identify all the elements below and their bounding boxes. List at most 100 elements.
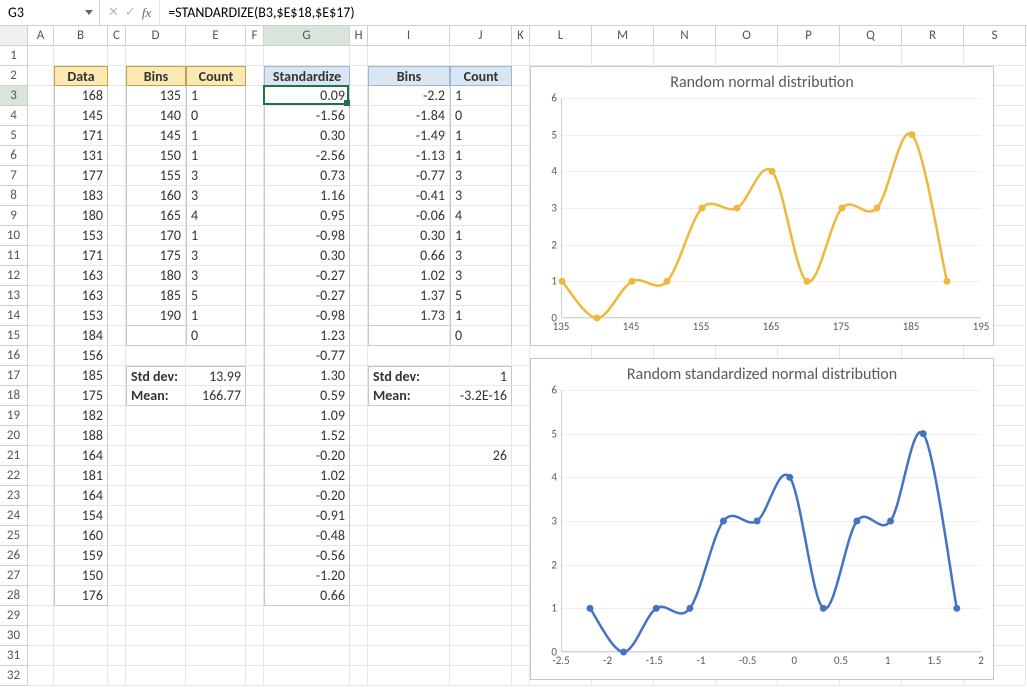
row-header-32[interactable]: 32 xyxy=(0,666,28,686)
row-header-23[interactable]: 23 xyxy=(0,486,28,506)
cell-C13[interactable] xyxy=(108,286,126,306)
cell-F1[interactable] xyxy=(246,46,264,66)
cell-J18[interactable]: -3.2E-16 xyxy=(450,386,512,406)
cell-A22[interactable] xyxy=(28,466,54,486)
cell-A3[interactable] xyxy=(28,86,54,106)
cell-J11[interactable]: 3 xyxy=(450,246,512,266)
cell-A16[interactable] xyxy=(28,346,54,366)
row-header-21[interactable]: 21 xyxy=(0,446,28,466)
cell-C10[interactable] xyxy=(108,226,126,246)
cell-F30[interactable] xyxy=(246,626,264,646)
cell-G5[interactable]: 0.30 xyxy=(264,126,350,146)
cell-B9[interactable]: 180 xyxy=(54,206,108,226)
cell-R1[interactable] xyxy=(902,46,964,66)
cell-E16[interactable] xyxy=(186,346,246,366)
cell-A9[interactable] xyxy=(28,206,54,226)
cell-G14[interactable]: -0.98 xyxy=(264,306,350,326)
cell-B28[interactable]: 176 xyxy=(54,586,108,606)
cell-D24[interactable] xyxy=(126,506,186,526)
cell-K21[interactable] xyxy=(512,446,530,466)
cell-I20[interactable] xyxy=(368,426,450,446)
cell-J19[interactable] xyxy=(450,406,512,426)
cell-E7[interactable]: 3 xyxy=(186,166,246,186)
cell-B5[interactable]: 171 xyxy=(54,126,108,146)
cell-I7[interactable]: -0.77 xyxy=(368,166,450,186)
cell-D14[interactable]: 190 xyxy=(126,306,186,326)
cell-F16[interactable] xyxy=(246,346,264,366)
cell-K31[interactable] xyxy=(512,646,530,666)
row-header-25[interactable]: 25 xyxy=(0,526,28,546)
cell-H17[interactable] xyxy=(350,366,368,386)
cell-I21[interactable] xyxy=(368,446,450,466)
cell-F22[interactable] xyxy=(246,466,264,486)
cell-J10[interactable]: 1 xyxy=(450,226,512,246)
cell-C9[interactable] xyxy=(108,206,126,226)
cell-F24[interactable] xyxy=(246,506,264,526)
cell-F17[interactable] xyxy=(246,366,264,386)
cell-I6[interactable]: -1.13 xyxy=(368,146,450,166)
cell-K22[interactable] xyxy=(512,466,530,486)
cell-A27[interactable] xyxy=(28,566,54,586)
cell-B23[interactable]: 164 xyxy=(54,486,108,506)
row-header-16[interactable]: 16 xyxy=(0,346,28,366)
cell-D17[interactable]: Std dev: xyxy=(126,366,186,386)
cell-A30[interactable] xyxy=(28,626,54,646)
cell-D26[interactable] xyxy=(126,546,186,566)
row-header-4[interactable]: 4 xyxy=(0,106,28,126)
cell-K16[interactable] xyxy=(512,346,530,366)
cell-G22[interactable]: 1.02 xyxy=(264,466,350,486)
column-header-B[interactable]: B xyxy=(54,26,108,45)
cell-E11[interactable]: 3 xyxy=(186,246,246,266)
cell-I12[interactable]: 1.02 xyxy=(368,266,450,286)
cell-D9[interactable]: 165 xyxy=(126,206,186,226)
cell-B7[interactable]: 177 xyxy=(54,166,108,186)
cell-E2[interactable]: Count xyxy=(186,66,246,86)
cell-F28[interactable] xyxy=(246,586,264,606)
cell-A19[interactable] xyxy=(28,406,54,426)
chart-standardized-distribution[interactable]: Random standardized normal distribution … xyxy=(530,358,994,680)
cell-J22[interactable] xyxy=(450,466,512,486)
cell-H13[interactable] xyxy=(350,286,368,306)
cell-J32[interactable] xyxy=(450,666,512,686)
cell-I17[interactable]: Std dev: xyxy=(368,366,450,386)
cell-K17[interactable] xyxy=(512,366,530,386)
cell-A17[interactable] xyxy=(28,366,54,386)
column-header-D[interactable]: D xyxy=(126,26,186,45)
cell-A23[interactable] xyxy=(28,486,54,506)
column-header-S[interactable]: S xyxy=(964,26,1026,45)
cell-E6[interactable]: 1 xyxy=(186,146,246,166)
cell-J4[interactable]: 0 xyxy=(450,106,512,126)
cell-J12[interactable]: 3 xyxy=(450,266,512,286)
cell-I30[interactable] xyxy=(368,626,450,646)
cell-B19[interactable]: 182 xyxy=(54,406,108,426)
cell-J15[interactable]: 0 xyxy=(450,326,512,346)
cell-B25[interactable]: 160 xyxy=(54,526,108,546)
cell-H31[interactable] xyxy=(350,646,368,666)
column-header-A[interactable]: A xyxy=(28,26,54,45)
cell-E29[interactable] xyxy=(186,606,246,626)
cell-D2[interactable]: Bins xyxy=(126,66,186,86)
cell-E8[interactable]: 3 xyxy=(186,186,246,206)
cell-E26[interactable] xyxy=(186,546,246,566)
row-header-28[interactable]: 28 xyxy=(0,586,28,606)
cell-C7[interactable] xyxy=(108,166,126,186)
cell-E17[interactable]: 13.99 xyxy=(186,366,246,386)
chart-normal-distribution[interactable]: Random normal distribution 0123456 13514… xyxy=(530,66,994,346)
cell-E10[interactable]: 1 xyxy=(186,226,246,246)
cell-K11[interactable] xyxy=(512,246,530,266)
cell-A10[interactable] xyxy=(28,226,54,246)
cell-J9[interactable]: 4 xyxy=(450,206,512,226)
row-header-2[interactable]: 2 xyxy=(0,66,28,86)
cell-I24[interactable] xyxy=(368,506,450,526)
cell-C8[interactable] xyxy=(108,186,126,206)
cell-F21[interactable] xyxy=(246,446,264,466)
cell-S1[interactable] xyxy=(964,46,1026,66)
cell-A1[interactable] xyxy=(28,46,54,66)
cell-K1[interactable] xyxy=(512,46,530,66)
cell-F3[interactable] xyxy=(246,86,264,106)
cell-C18[interactable] xyxy=(108,386,126,406)
cell-D16[interactable] xyxy=(126,346,186,366)
cell-H8[interactable] xyxy=(350,186,368,206)
cell-F6[interactable] xyxy=(246,146,264,166)
cell-H4[interactable] xyxy=(350,106,368,126)
